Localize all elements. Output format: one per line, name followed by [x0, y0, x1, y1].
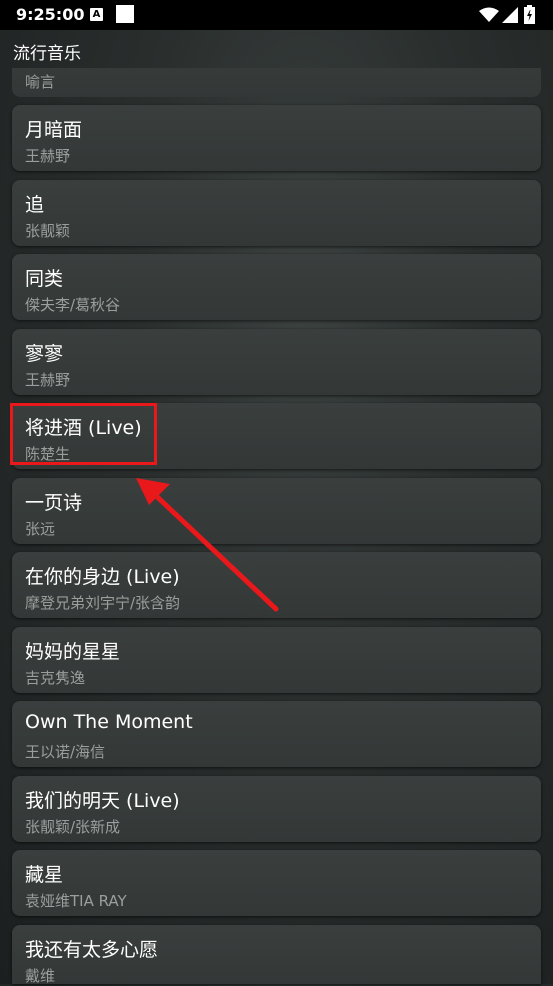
song-artist: 王赫野 — [25, 371, 71, 389]
song-artist: 张靓颖 — [25, 222, 71, 240]
song-title: Own The Moment — [25, 711, 193, 733]
song-item[interactable]: Own The Moment 王以诺/海信 — [12, 701, 541, 767]
song-artist: 喻言 — [25, 73, 56, 91]
song-item[interactable]: 在你的身边 (Live) 摩登兄弟刘宇宁/张含韵 — [12, 552, 541, 618]
song-title: 我们的明天 (Live) — [25, 790, 180, 812]
song-item[interactable]: 喻言 — [12, 68, 541, 97]
song-title: 一页诗 — [25, 492, 83, 514]
song-item[interactable]: 我们的明天 (Live) 张靓颖/张新成 — [12, 776, 541, 842]
song-artist: 袁娅维TIA RAY — [25, 892, 127, 910]
song-title: 妈妈的星星 — [25, 641, 121, 663]
song-artist: 傑夫李/葛秋谷 — [25, 296, 121, 314]
song-item[interactable]: 一页诗 张远 — [12, 478, 541, 544]
song-item[interactable]: 同类 傑夫李/葛秋谷 — [12, 254, 541, 320]
song-artist: 吉克隽逸 — [25, 669, 86, 687]
song-title: 同类 — [25, 268, 64, 290]
highlight-box — [10, 403, 157, 465]
song-title: 月暗面 — [25, 119, 83, 141]
song-item[interactable]: 我还有太多心愿 戴维 — [12, 925, 541, 985]
song-artist: 王以诺/海信 — [25, 743, 106, 761]
song-artist: 张靓颖/张新成 — [25, 818, 121, 836]
song-item[interactable]: 妈妈的星星 吉克隽逸 — [12, 627, 541, 693]
song-item[interactable]: 月暗面 王赫野 — [12, 105, 541, 171]
song-item[interactable]: 藏星 袁娅维TIA RAY — [12, 850, 541, 916]
song-title: 藏星 — [25, 864, 64, 886]
song-item[interactable]: 寥寥 王赫野 — [12, 329, 541, 395]
song-title: 寥寥 — [25, 343, 64, 365]
song-artist: 王赫野 — [25, 147, 71, 165]
song-title: 追 — [25, 194, 45, 216]
song-title: 我还有太多心愿 — [25, 939, 159, 961]
song-title: 在你的身边 (Live) — [25, 566, 180, 588]
song-artist: 摩登兄弟刘宇宁/张含韵 — [25, 594, 181, 612]
song-list[interactable]: 喻言 月暗面 王赫野 追 张靓颖 同类 傑夫李/葛秋谷 寥寥 王赫野 将进酒 (… — [12, 0, 541, 985]
song-artist: 戴维 — [25, 967, 56, 985]
song-item[interactable]: 追 张靓颖 — [12, 180, 541, 246]
song-artist: 张远 — [25, 520, 56, 538]
